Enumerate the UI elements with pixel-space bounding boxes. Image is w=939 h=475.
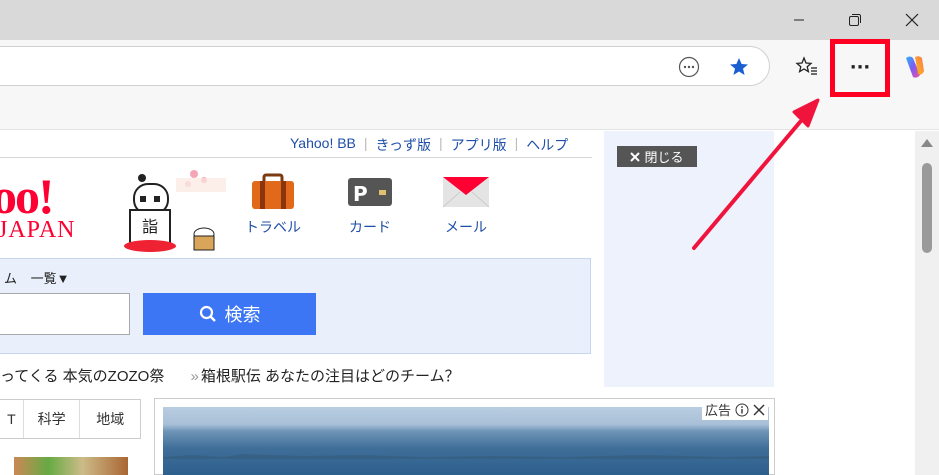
close-icon bbox=[905, 13, 919, 27]
ad-label: 広告 bbox=[701, 399, 768, 420]
topics-row: ってくる 本気のZOZO祭 » 箱根駅伝 あなたの注目はどのチーム？ bbox=[0, 365, 460, 386]
search-input[interactable] bbox=[0, 293, 130, 335]
link-yahoo-bb[interactable]: Yahoo! BB bbox=[290, 135, 356, 155]
service-mail[interactable]: メール bbox=[426, 171, 506, 237]
search-area: ム 一覧▼ 検索 bbox=[0, 258, 591, 354]
ad-image[interactable] bbox=[163, 407, 769, 475]
tab-region[interactable]: 地域 bbox=[80, 400, 140, 438]
separator: | bbox=[363, 135, 368, 151]
service-mail-label: メール bbox=[445, 219, 487, 235]
topic-link-2[interactable]: 箱根駅伝 あなたの注目はどのチーム？ bbox=[201, 368, 460, 385]
search-button[interactable]: 検索 bbox=[143, 293, 316, 335]
restore-icon bbox=[849, 14, 861, 26]
search-icon bbox=[199, 305, 216, 322]
favorites-bar bbox=[0, 92, 939, 130]
close-ad-label: 閉じる bbox=[644, 150, 684, 165]
restore-button[interactable] bbox=[832, 0, 878, 40]
ad-banner[interactable]: 広告 bbox=[154, 398, 775, 475]
topic-link-1[interactable]: ってくる 本気のZOZO祭 bbox=[0, 368, 164, 385]
minimize-icon bbox=[794, 19, 804, 21]
yahoo-logo[interactable]: oo! JAPAN bbox=[0, 168, 110, 253]
favorites-list-icon[interactable] bbox=[794, 54, 820, 80]
close-icon bbox=[630, 151, 641, 162]
topic-arrow: » bbox=[190, 368, 199, 385]
link-kids[interactable]: きっず版 bbox=[376, 135, 431, 155]
scroll-thumb[interactable] bbox=[922, 163, 932, 253]
tab-it[interactable]: T bbox=[0, 400, 24, 438]
copilot-icon[interactable] bbox=[899, 52, 929, 82]
news-thumbnail[interactable] bbox=[14, 457, 128, 475]
mail-icon bbox=[426, 171, 506, 213]
new-year-mascot-image[interactable]: 詣 bbox=[118, 166, 228, 256]
separator: | bbox=[514, 135, 519, 151]
logo-japan-text: JAPAN bbox=[0, 217, 76, 243]
info-icon[interactable] bbox=[735, 403, 749, 417]
link-help[interactable]: ヘルプ bbox=[526, 135, 568, 155]
search-button-label: 検索 bbox=[224, 305, 261, 325]
news-category-tabs: T 科学 地域 bbox=[0, 399, 141, 439]
suitcase-icon bbox=[233, 171, 313, 213]
ad-label-text: 広告 bbox=[704, 403, 731, 418]
minimize-button[interactable] bbox=[776, 0, 822, 40]
link-app[interactable]: アプリ版 bbox=[451, 135, 507, 155]
highlight-box bbox=[830, 39, 890, 97]
topic-item-2: » 箱根駅伝 あなたの注目はどのチーム？ bbox=[191, 368, 460, 385]
web-page: Yahoo! BB | きっず版 | アプリ版 | ヘルプ oo! JAPAN … bbox=[0, 131, 939, 475]
top-links: Yahoo! BB | きっず版 | アプリ版 | ヘルプ bbox=[290, 135, 568, 155]
browser-toolbar: ··· bbox=[0, 40, 939, 92]
card-icon: P bbox=[330, 171, 410, 213]
svg-text:詣: 詣 bbox=[142, 217, 158, 236]
close-window-button[interactable] bbox=[889, 0, 935, 40]
tab-science[interactable]: 科学 bbox=[24, 400, 81, 438]
separator: | bbox=[439, 135, 443, 151]
service-card[interactable]: P カード bbox=[330, 171, 410, 237]
address-bar[interactable] bbox=[0, 46, 770, 86]
close-ad-button[interactable]: 閉じる bbox=[617, 146, 697, 167]
search-category-row: ム 一覧▼ bbox=[4, 268, 70, 287]
service-travel-label: トラベル bbox=[245, 219, 301, 235]
service-travel[interactable]: トラベル bbox=[233, 171, 313, 237]
svg-text:P: P bbox=[353, 182, 368, 206]
favorite-star-icon[interactable] bbox=[727, 55, 751, 79]
vertical-scrollbar[interactable] bbox=[915, 131, 939, 475]
side-ad-panel: 閉じる bbox=[604, 131, 774, 387]
more-tools-icon[interactable] bbox=[677, 55, 701, 79]
search-category[interactable]: ム bbox=[4, 271, 17, 286]
close-ad-icon[interactable] bbox=[753, 404, 765, 416]
divider bbox=[0, 157, 592, 158]
search-category-list[interactable]: 一覧▼ bbox=[31, 271, 70, 286]
title-bar bbox=[0, 0, 939, 40]
scroll-up-arrow-icon[interactable] bbox=[921, 139, 933, 147]
service-card-label: カード bbox=[349, 219, 391, 235]
